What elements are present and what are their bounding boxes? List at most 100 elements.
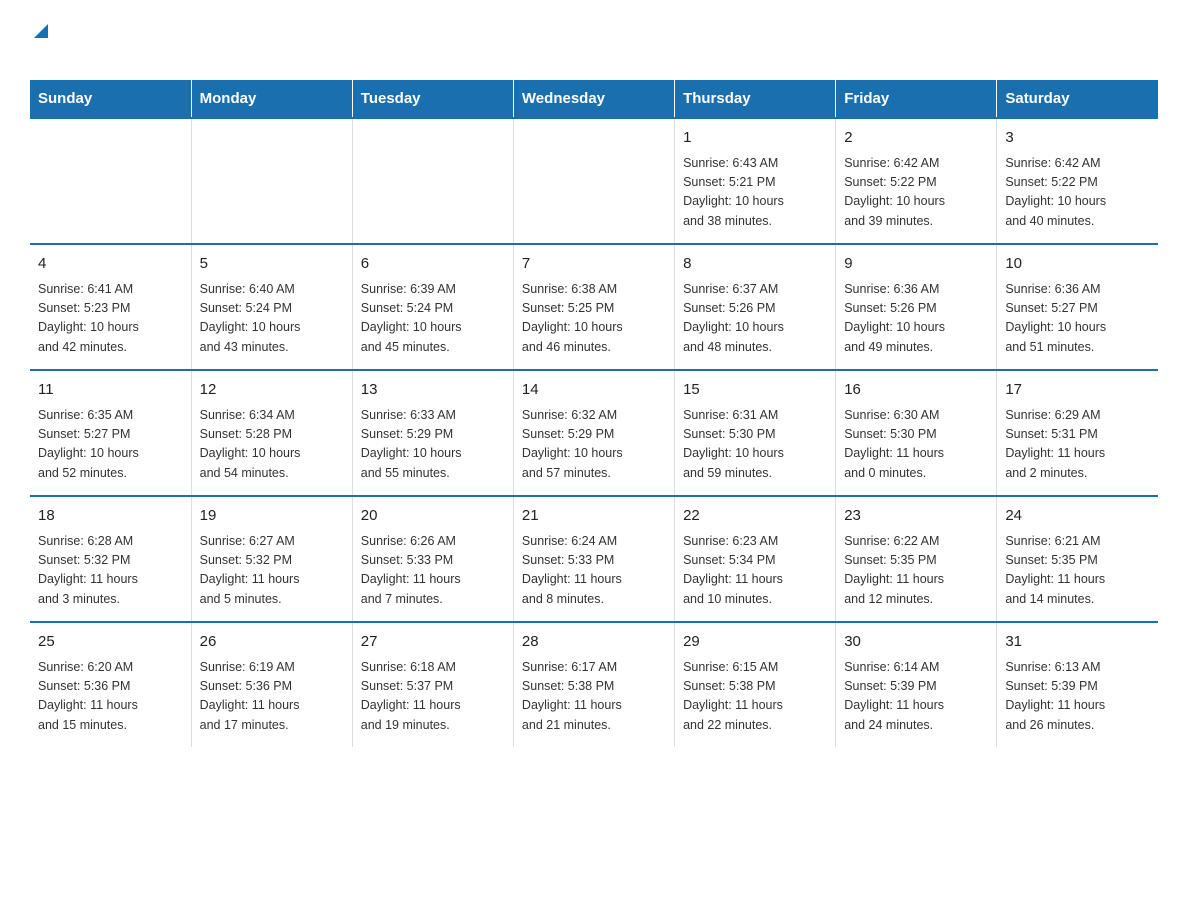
calendar-cell: 23 Sunrise: 6:22 AM Sunset: 5:35 PM Dayli… bbox=[836, 496, 997, 622]
day-number: 25 bbox=[38, 631, 183, 654]
day-number: 20 bbox=[361, 505, 505, 528]
calendar-cell: 16 Sunrise: 6:30 AM Sunset: 5:30 PM Dayli… bbox=[836, 370, 997, 496]
day-info: Sunrise: 6:20 AM Sunset: 5:36 PM Dayligh… bbox=[38, 658, 183, 736]
calendar-body: 1Sunrise: 6:43 AM Sunset: 5:21 PM Daylig… bbox=[30, 118, 1158, 747]
day-number: 7 bbox=[522, 253, 666, 276]
calendar-week-row: 1Sunrise: 6:43 AM Sunset: 5:21 PM Daylig… bbox=[30, 118, 1158, 244]
calendar-week-row: 25 Sunrise: 6:20 AM Sunset: 5:36 PM Dayli… bbox=[30, 622, 1158, 747]
calendar-cell: 19 Sunrise: 6:27 AM Sunset: 5:32 PM Dayli… bbox=[191, 496, 352, 622]
calendar-cell: 30 Sunrise: 6:14 AM Sunset: 5:39 PM Dayli… bbox=[836, 622, 997, 747]
day-info: Sunrise: 6:28 AM Sunset: 5:32 PM Dayligh… bbox=[38, 532, 183, 610]
day-number: 11 bbox=[38, 379, 183, 402]
day-info: Sunrise: 6:32 AM Sunset: 5:29 PM Dayligh… bbox=[522, 406, 666, 484]
day-info: Sunrise: 6:42 AM Sunset: 5:22 PM Dayligh… bbox=[844, 154, 988, 232]
day-number: 29 bbox=[683, 631, 827, 654]
day-info: Sunrise: 6:31 AM Sunset: 5:30 PM Dayligh… bbox=[683, 406, 827, 484]
calendar-cell: 17 Sunrise: 6:29 AM Sunset: 5:31 PM Dayli… bbox=[997, 370, 1158, 496]
calendar-cell: 9 Sunrise: 6:36 AM Sunset: 5:26 PM Daylig… bbox=[836, 244, 997, 370]
day-info: Sunrise: 6:22 AM Sunset: 5:35 PM Dayligh… bbox=[844, 532, 988, 610]
day-number: 23 bbox=[844, 505, 988, 528]
calendar-cell: 28 Sunrise: 6:17 AM Sunset: 5:38 PM Dayli… bbox=[513, 622, 674, 747]
day-number: 18 bbox=[38, 505, 183, 528]
day-info: Sunrise: 6:24 AM Sunset: 5:33 PM Dayligh… bbox=[522, 532, 666, 610]
calendar-cell: 8Sunrise: 6:37 AM Sunset: 5:26 PM Daylig… bbox=[675, 244, 836, 370]
day-info: Sunrise: 6:14 AM Sunset: 5:39 PM Dayligh… bbox=[844, 658, 988, 736]
calendar-cell bbox=[513, 118, 674, 244]
day-number: 21 bbox=[522, 505, 666, 528]
day-number: 10 bbox=[1005, 253, 1150, 276]
day-number: 5 bbox=[200, 253, 344, 276]
calendar-header: SundayMondayTuesdayWednesdayThursdayFrid… bbox=[30, 80, 1158, 118]
day-info: Sunrise: 6:37 AM Sunset: 5:26 PM Dayligh… bbox=[683, 280, 827, 358]
calendar-cell: 29Sunrise: 6:15 AM Sunset: 5:38 PM Dayli… bbox=[675, 622, 836, 747]
day-number: 14 bbox=[522, 379, 666, 402]
day-info: Sunrise: 6:19 AM Sunset: 5:36 PM Dayligh… bbox=[200, 658, 344, 736]
calendar-cell: 31 Sunrise: 6:13 AM Sunset: 5:39 PM Dayli… bbox=[997, 622, 1158, 747]
calendar-cell: 15 Sunrise: 6:31 AM Sunset: 5:30 PM Dayli… bbox=[675, 370, 836, 496]
day-number: 26 bbox=[200, 631, 344, 654]
day-number: 2 bbox=[844, 127, 988, 150]
day-info: Sunrise: 6:21 AM Sunset: 5:35 PM Dayligh… bbox=[1005, 532, 1150, 610]
day-number: 24 bbox=[1005, 505, 1150, 528]
day-info: Sunrise: 6:38 AM Sunset: 5:25 PM Dayligh… bbox=[522, 280, 666, 358]
logo bbox=[30, 20, 62, 70]
calendar-week-row: 18 Sunrise: 6:28 AM Sunset: 5:32 PM Dayli… bbox=[30, 496, 1158, 622]
day-number: 28 bbox=[522, 631, 666, 654]
day-info: Sunrise: 6:30 AM Sunset: 5:30 PM Dayligh… bbox=[844, 406, 988, 484]
day-info: Sunrise: 6:29 AM Sunset: 5:31 PM Dayligh… bbox=[1005, 406, 1150, 484]
day-number: 19 bbox=[200, 505, 344, 528]
calendar-cell: 26 Sunrise: 6:19 AM Sunset: 5:36 PM Dayli… bbox=[191, 622, 352, 747]
day-number: 27 bbox=[361, 631, 505, 654]
day-info: Sunrise: 6:18 AM Sunset: 5:37 PM Dayligh… bbox=[361, 658, 505, 736]
day-number: 4 bbox=[38, 253, 183, 276]
calendar-header-tuesday: Tuesday bbox=[352, 80, 513, 118]
calendar-cell: 6 Sunrise: 6:39 AM Sunset: 5:24 PM Daylig… bbox=[352, 244, 513, 370]
calendar-cell: 20 Sunrise: 6:26 AM Sunset: 5:33 PM Dayli… bbox=[352, 496, 513, 622]
calendar-table: SundayMondayTuesdayWednesdayThursdayFrid… bbox=[30, 80, 1158, 747]
calendar-header-saturday: Saturday bbox=[997, 80, 1158, 118]
calendar-cell: 27 Sunrise: 6:18 AM Sunset: 5:37 PM Dayli… bbox=[352, 622, 513, 747]
calendar-cell: 11 Sunrise: 6:35 AM Sunset: 5:27 PM Dayli… bbox=[30, 370, 191, 496]
calendar-cell bbox=[191, 118, 352, 244]
day-info: Sunrise: 6:17 AM Sunset: 5:38 PM Dayligh… bbox=[522, 658, 666, 736]
page-header bbox=[30, 20, 1158, 70]
day-number: 6 bbox=[361, 253, 505, 276]
day-number: 22 bbox=[683, 505, 827, 528]
day-info: Sunrise: 6:26 AM Sunset: 5:33 PM Dayligh… bbox=[361, 532, 505, 610]
calendar-week-row: 11 Sunrise: 6:35 AM Sunset: 5:27 PM Dayli… bbox=[30, 370, 1158, 496]
day-number: 31 bbox=[1005, 631, 1150, 654]
day-number: 3 bbox=[1005, 127, 1150, 150]
calendar-cell: 1Sunrise: 6:43 AM Sunset: 5:21 PM Daylig… bbox=[675, 118, 836, 244]
calendar-cell: 7 Sunrise: 6:38 AM Sunset: 5:25 PM Daylig… bbox=[513, 244, 674, 370]
day-number: 17 bbox=[1005, 379, 1150, 402]
calendar-cell: 13Sunrise: 6:33 AM Sunset: 5:29 PM Dayli… bbox=[352, 370, 513, 496]
calendar-cell: 5Sunrise: 6:40 AM Sunset: 5:24 PM Daylig… bbox=[191, 244, 352, 370]
calendar-week-row: 4 Sunrise: 6:41 AM Sunset: 5:23 PM Daylig… bbox=[30, 244, 1158, 370]
day-number: 30 bbox=[844, 631, 988, 654]
calendar-header-wednesday: Wednesday bbox=[513, 80, 674, 118]
calendar-header-monday: Monday bbox=[191, 80, 352, 118]
day-number: 9 bbox=[844, 253, 988, 276]
day-info: Sunrise: 6:36 AM Sunset: 5:26 PM Dayligh… bbox=[844, 280, 988, 358]
day-info: Sunrise: 6:41 AM Sunset: 5:23 PM Dayligh… bbox=[38, 280, 183, 358]
day-info: Sunrise: 6:13 AM Sunset: 5:39 PM Dayligh… bbox=[1005, 658, 1150, 736]
day-info: Sunrise: 6:39 AM Sunset: 5:24 PM Dayligh… bbox=[361, 280, 505, 358]
calendar-cell: 18 Sunrise: 6:28 AM Sunset: 5:32 PM Dayli… bbox=[30, 496, 191, 622]
day-number: 1 bbox=[683, 127, 827, 150]
calendar-header-thursday: Thursday bbox=[675, 80, 836, 118]
calendar-cell: 10 Sunrise: 6:36 AM Sunset: 5:27 PM Dayli… bbox=[997, 244, 1158, 370]
calendar-header-row: SundayMondayTuesdayWednesdayThursdayFrid… bbox=[30, 80, 1158, 118]
day-number: 16 bbox=[844, 379, 988, 402]
day-number: 15 bbox=[683, 379, 827, 402]
calendar-cell: 4 Sunrise: 6:41 AM Sunset: 5:23 PM Daylig… bbox=[30, 244, 191, 370]
calendar-header-sunday: Sunday bbox=[30, 80, 191, 118]
calendar-cell: 21 Sunrise: 6:24 AM Sunset: 5:33 PM Dayli… bbox=[513, 496, 674, 622]
day-number: 13 bbox=[361, 379, 505, 402]
day-info: Sunrise: 6:27 AM Sunset: 5:32 PM Dayligh… bbox=[200, 532, 344, 610]
calendar-header-friday: Friday bbox=[836, 80, 997, 118]
calendar-cell: 22Sunrise: 6:23 AM Sunset: 5:34 PM Dayli… bbox=[675, 496, 836, 622]
calendar-cell: 2 Sunrise: 6:42 AM Sunset: 5:22 PM Daylig… bbox=[836, 118, 997, 244]
day-info: Sunrise: 6:35 AM Sunset: 5:27 PM Dayligh… bbox=[38, 406, 183, 484]
day-info: Sunrise: 6:36 AM Sunset: 5:27 PM Dayligh… bbox=[1005, 280, 1150, 358]
day-info: Sunrise: 6:42 AM Sunset: 5:22 PM Dayligh… bbox=[1005, 154, 1150, 232]
